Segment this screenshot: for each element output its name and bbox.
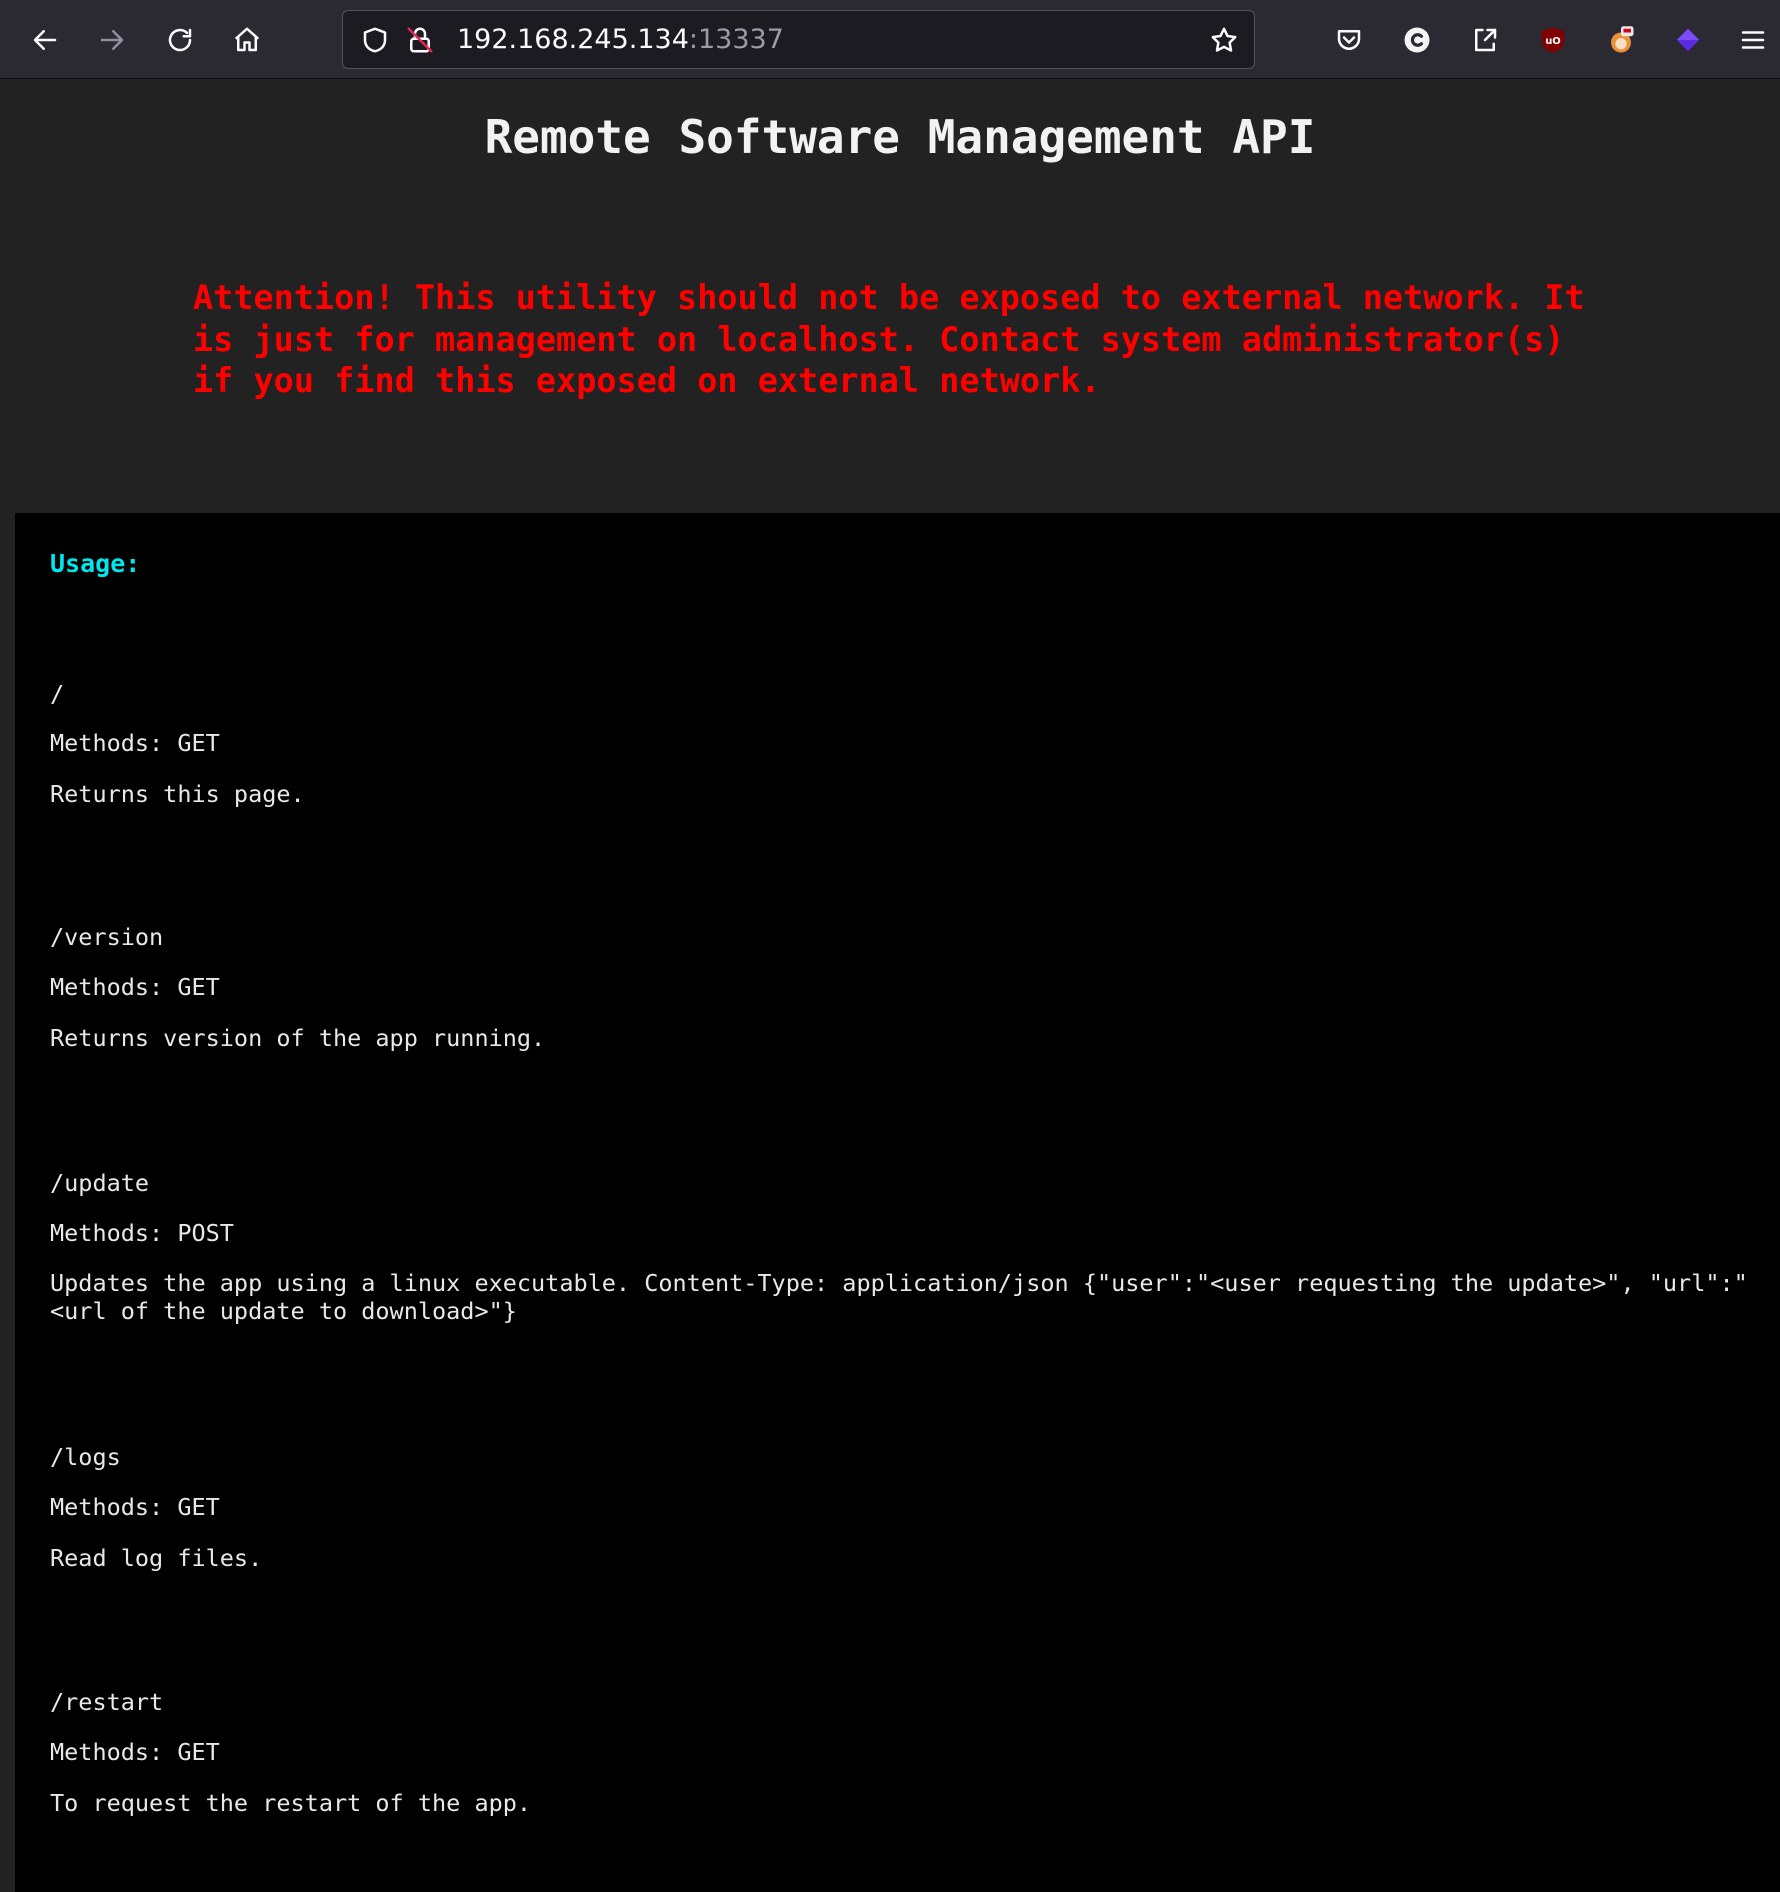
site-security-button[interactable] — [404, 24, 436, 56]
browser-toolbar: 192.168.245.134:13337 uO — [0, 0, 1780, 79]
endpoint-description: To request the restart of the app. — [50, 1789, 532, 1817]
endpoint-description: Read log files. — [50, 1544, 263, 1572]
home-button[interactable] — [224, 17, 270, 63]
ublock-button[interactable]: uO — [1530, 17, 1576, 63]
endpoint-path: /version — [50, 923, 164, 951]
star-icon — [1211, 27, 1237, 52]
endpoint-description: Updates the app using a linux executable… — [50, 1269, 1748, 1325]
share-icon — [1475, 28, 1497, 52]
purple-cube-extension-icon — [1676, 28, 1700, 52]
usage-label: Usage: — [50, 549, 141, 578]
pocket-button[interactable] — [1326, 17, 1372, 63]
endpoint-methods: Methods: GET — [50, 1738, 220, 1766]
endpoint-methods: Methods: GET — [50, 729, 220, 757]
c-extension-icon — [1404, 27, 1430, 53]
forward-button[interactable] — [89, 17, 135, 63]
reload-icon — [168, 28, 192, 52]
back-button[interactable] — [22, 17, 68, 63]
pocket-icon — [1337, 30, 1361, 50]
endpoint-methods: Methods: GET — [50, 973, 220, 1001]
url-text[interactable]: 192.168.245.134:13337 — [457, 24, 784, 56]
app-menu-button[interactable] — [1732, 17, 1774, 63]
back-arrow-icon — [33, 30, 57, 50]
tracking-protection-button[interactable] — [359, 24, 391, 56]
url-host: 192.168.245.134 — [457, 24, 689, 55]
endpoint-path: /update — [50, 1169, 150, 1197]
endpoint-description: Returns this page. — [50, 780, 305, 808]
svg-text:uO: uO — [1545, 36, 1561, 47]
page-title: Remote Software Management API — [484, 110, 1316, 164]
extension-c-button[interactable] — [1394, 17, 1440, 63]
ublock-origin-icon: uO — [1541, 27, 1565, 53]
extension-cube-button[interactable] — [1665, 17, 1711, 63]
endpoint-methods: Methods: POST — [50, 1219, 234, 1247]
insecure-lock-icon — [407, 27, 433, 53]
home-icon — [234, 27, 260, 52]
extension-fox-button[interactable] — [1598, 17, 1644, 63]
endpoint-path: /logs — [50, 1443, 121, 1471]
page-content: Remote Software Management API Attention… — [0, 79, 1780, 1892]
share-button[interactable] — [1462, 17, 1508, 63]
bookmark-button[interactable] — [1208, 24, 1240, 56]
url-bar[interactable]: 192.168.245.134:13337 — [342, 10, 1255, 69]
reload-button[interactable] — [157, 17, 203, 63]
endpoint-methods: Methods: GET — [50, 1493, 220, 1521]
warning-message: Attention! This utility should not be ex… — [193, 278, 1585, 400]
endpoint-description: Returns version of the app running. — [50, 1024, 546, 1052]
endpoint-path: / — [50, 680, 65, 708]
usage-panel: Usage: / Methods: GET Returns this page.… — [15, 513, 1780, 1892]
forward-arrow-icon — [100, 30, 124, 50]
shield-icon — [363, 27, 387, 53]
fox-extension-icon — [1611, 26, 1634, 53]
endpoint-path: /restart — [50, 1688, 164, 1716]
url-port: :13337 — [688, 24, 784, 55]
hamburger-menu-icon — [1741, 31, 1765, 49]
